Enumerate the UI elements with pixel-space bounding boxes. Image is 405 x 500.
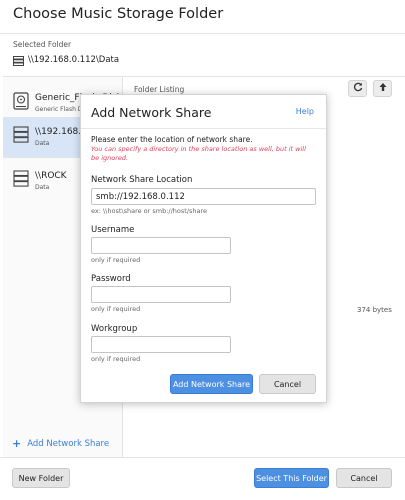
username-hint: only if required <box>91 256 141 264</box>
password-label: Password <box>91 274 131 284</box>
location-label: Network Share Location <box>91 175 193 185</box>
selected-folder-path: \\192.168.0.112\Data <box>28 55 120 65</box>
add-network-share-button[interactable]: Add Network Share <box>170 374 253 394</box>
workgroup-label: Workgroup <box>91 324 138 334</box>
hard-drive-icon <box>13 92 29 114</box>
add-network-share-label: Add Network Share <box>27 438 110 449</box>
dialog-intro: Please enter the location of network sha… <box>91 135 253 144</box>
dialog-divider <box>81 128 326 129</box>
add-network-share-link[interactable]: + Add Network Share <box>12 437 109 450</box>
password-hint: only if required <box>91 305 141 313</box>
device-name: \\ROCK <box>35 171 67 181</box>
window-titlebar: Choose Music Storage Folder <box>0 0 405 34</box>
device-subtitle: Data <box>35 140 50 147</box>
file-size: 374 bytes <box>357 306 392 314</box>
network-server-icon <box>13 51 24 70</box>
window-title: Choose Music Storage Folder <box>13 6 224 22</box>
network-server-icon <box>13 170 29 191</box>
workgroup-hint: only if required <box>91 355 141 363</box>
dialog-cancel-button[interactable]: Cancel <box>259 374 316 394</box>
select-this-folder-button[interactable]: Select This Folder <box>254 468 329 488</box>
device-subtitle: Data <box>35 184 50 191</box>
arrow-up-icon <box>378 82 388 95</box>
cancel-button[interactable]: Cancel <box>336 468 392 488</box>
network-server-icon <box>13 126 29 147</box>
username-label: Username <box>91 225 135 235</box>
plus-icon: + <box>12 437 22 450</box>
selected-folder-row: \\192.168.0.112\Data <box>13 54 119 66</box>
folder-listing-label: Folder Listing <box>134 85 185 94</box>
add-network-share-dialog: Add Network Share Help Please enter the … <box>80 94 327 403</box>
refresh-button[interactable] <box>348 80 367 97</box>
dialog-title: Add Network Share <box>91 105 212 120</box>
username-input[interactable] <box>91 237 231 254</box>
new-folder-button[interactable]: New Folder <box>12 468 70 488</box>
location-hint: ex: \\host\share or smb://host/share <box>91 207 208 215</box>
selected-folder-label: Selected Folder <box>13 40 72 49</box>
window-footer: New Folder Select This Folder Cancel <box>0 457 405 500</box>
network-share-location-input[interactable] <box>91 188 316 205</box>
go-up-button[interactable] <box>373 80 392 97</box>
help-link[interactable]: Help <box>296 107 314 116</box>
dialog-warning-note: You can specify a directory in the share… <box>91 145 306 162</box>
refresh-icon <box>353 82 363 95</box>
workgroup-input[interactable] <box>91 336 231 353</box>
password-input[interactable] <box>91 286 231 303</box>
